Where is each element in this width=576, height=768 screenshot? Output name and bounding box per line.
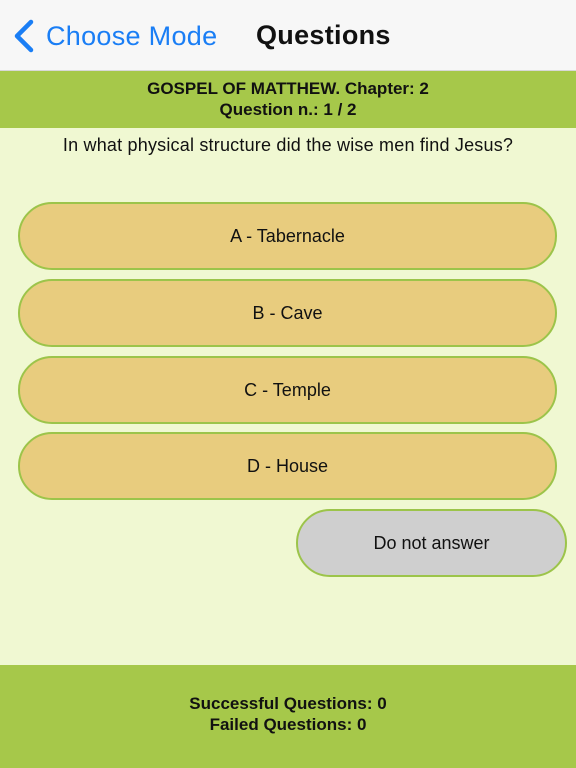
successful-questions: Successful Questions: 0 (189, 694, 387, 713)
answer-label: C - Temple (244, 379, 331, 400)
page-title: Questions (256, 20, 391, 50)
do-not-answer-label: Do not answer (373, 532, 490, 553)
answer-button-d[interactable]: D - House (18, 432, 557, 500)
navigation-bar: Choose Mode Questions (0, 0, 576, 71)
failed-questions: Failed Questions: 0 (209, 715, 367, 734)
answer-button-a[interactable]: A - Tabernacle (18, 202, 557, 270)
answer-label: B - Cave (252, 302, 323, 323)
back-button-label: Choose Mode (46, 20, 218, 51)
stats-footer: Successful Questions: 0 Failed Questions… (0, 665, 576, 768)
answer-label: A - Tabernacle (230, 225, 345, 246)
answer-button-c[interactable]: C - Temple (18, 356, 557, 424)
chapter-title: GOSPEL OF MATTHEW. Chapter: 2 (147, 79, 429, 98)
question-counter: Question n.: 1 / 2 (219, 100, 357, 119)
back-button[interactable]: Choose Mode (12, 14, 217, 58)
do-not-answer-button[interactable]: Do not answer (296, 509, 567, 577)
answer-label: D - House (246, 455, 329, 476)
question-text: In what physical structure did the wise … (62, 135, 514, 155)
chapter-header: GOSPEL OF MATTHEW. Chapter: 2 Question n… (0, 71, 576, 128)
chevron-left-icon (14, 19, 34, 53)
answer-button-b[interactable]: B - Cave (18, 279, 557, 347)
